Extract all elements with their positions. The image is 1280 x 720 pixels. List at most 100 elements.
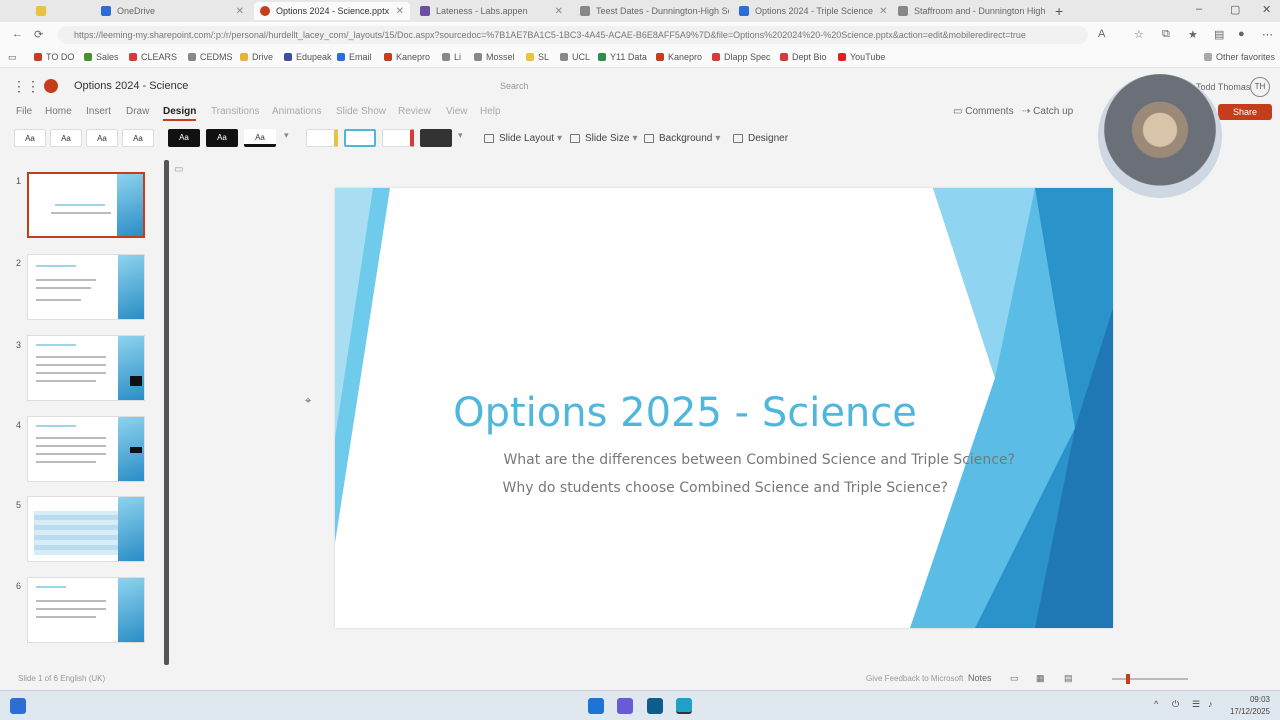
browser-tab-5[interactable]: Teest Dates - Dunnington-High Sc✕: [574, 2, 729, 20]
thumbnail-pane-scrollbar[interactable]: [164, 160, 169, 665]
bookmark-item[interactable]: Mossel: [474, 52, 515, 62]
variant-thumbnail[interactable]: [420, 129, 452, 147]
tray-chevron-icon[interactable]: ^: [1154, 699, 1158, 709]
variant-thumbnail[interactable]: [306, 129, 338, 147]
background-button[interactable]: Background ▾: [644, 133, 720, 144]
variant-thumbnail[interactable]: [382, 129, 414, 147]
browser-tab-4[interactable]: Lateness - Labs.appen ✕: [414, 2, 569, 20]
tab-design[interactable]: Design: [163, 106, 197, 121]
url-field[interactable]: https://leeming-my.sharepoint.com/:p:/r/…: [58, 26, 1088, 44]
normal-view-icon[interactable]: ▭: [1010, 673, 1019, 684]
theme-thumbnail[interactable]: Aa: [14, 129, 46, 147]
document-title[interactable]: Options 2024 - Science: [74, 80, 188, 92]
taskbar-app-icon[interactable]: [10, 698, 26, 714]
browser-tab-7[interactable]: Staffroom and - Dunnington High✕: [892, 2, 1047, 20]
slide-thumbnail-5[interactable]: [27, 496, 145, 562]
bookmark-item[interactable]: Dlapp Spec: [712, 52, 771, 62]
tab-insert[interactable]: Insert: [86, 106, 111, 117]
catch-up-button[interactable]: ⇢ Catch up: [1022, 106, 1073, 117]
theme-thumbnail[interactable]: Aa: [168, 129, 200, 147]
slide-thumbnail-3[interactable]: [27, 335, 145, 401]
slide-thumbnail-1[interactable]: [27, 172, 145, 238]
volume-icon[interactable]: ♪: [1208, 699, 1213, 709]
share-button[interactable]: Share: [1218, 104, 1272, 120]
bookmark-item[interactable]: Li: [442, 52, 461, 62]
tab-review[interactable]: Review: [398, 106, 431, 117]
favorite-icon[interactable]: ☆: [1134, 28, 1144, 41]
clock-time[interactable]: 09:03: [1226, 695, 1270, 704]
file-explorer-icon[interactable]: [647, 698, 663, 714]
app-launcher-icon[interactable]: ⋮⋮: [12, 78, 40, 95]
tab-animations[interactable]: Animations: [272, 106, 321, 117]
tab-home[interactable]: Home: [45, 106, 72, 117]
avatar[interactable]: TH: [1250, 77, 1270, 97]
close-icon[interactable]: ✕: [873, 6, 887, 17]
designer-button[interactable]: Designer: [733, 133, 788, 144]
collections-icon[interactable]: ▤: [1214, 28, 1224, 41]
bookmark-item[interactable]: Dept Bio: [780, 52, 827, 62]
theme-thumbnail[interactable]: Aa: [244, 129, 276, 147]
theme-thumbnail[interactable]: Aa: [50, 129, 82, 147]
tab-draw[interactable]: Draw: [126, 106, 149, 117]
favorites-icon[interactable]: ★: [1188, 28, 1198, 41]
bookmarks-menu-icon[interactable]: ▭: [8, 52, 17, 63]
edge-icon[interactable]: [676, 698, 692, 714]
bookmark-item[interactable]: TO DO: [34, 52, 74, 62]
close-icon[interactable]: ✕: [1045, 6, 1047, 17]
bookmark-item[interactable]: CLEARS: [129, 52, 177, 62]
notes-button[interactable]: Notes: [968, 673, 992, 683]
profile-icon[interactable]: ●: [1238, 28, 1245, 40]
slide-subtitle-line-2[interactable]: Why do students choose Combined Science …: [415, 480, 948, 496]
tab-slide-show[interactable]: Slide Show: [336, 106, 386, 117]
slide-layout-button[interactable]: Slide Layout ▾: [484, 133, 562, 144]
tab-view[interactable]: View: [446, 106, 468, 117]
themes-more-icon[interactable]: ▾: [284, 130, 289, 141]
tab-file[interactable]: File: [16, 106, 32, 117]
bookmark-item[interactable]: YouTube: [838, 52, 885, 62]
slide-subtitle-line-1[interactable]: What are the differences between Combine…: [415, 452, 1015, 468]
split-screen-icon[interactable]: ⧉: [1162, 28, 1170, 41]
theme-thumbnail[interactable]: Aa: [206, 129, 238, 147]
read-aloud-icon[interactable]: A: [1098, 28, 1105, 40]
browser-tab-2[interactable]: OneDrive ✕: [95, 2, 250, 20]
browser-tab-1[interactable]: [30, 2, 60, 20]
bookmark-item[interactable]: Kanepro: [656, 52, 702, 62]
minimize-icon[interactable]: –: [1196, 3, 1202, 15]
clock-date[interactable]: 17/12/2025: [1226, 707, 1270, 716]
usb-icon[interactable]: ⏻: [1172, 699, 1179, 710]
slide-thumbnail-2[interactable]: [27, 254, 145, 320]
search-input[interactable]: Search: [470, 77, 810, 95]
zoom-slider[interactable]: [1112, 678, 1188, 680]
slide-thumbnail-6[interactable]: [27, 577, 145, 643]
bookmark-item[interactable]: Y11 Data: [598, 52, 647, 62]
close-icon[interactable]: ✕: [549, 6, 563, 17]
bookmark-item[interactable]: SL: [526, 52, 549, 62]
refresh-icon[interactable]: ⟳: [34, 28, 43, 41]
browser-tab-3[interactable]: Options 2024 - Science.pptx ✕: [254, 2, 410, 20]
start-icon[interactable]: [588, 698, 604, 714]
back-icon[interactable]: ←: [12, 28, 23, 40]
section-icon[interactable]: ▭: [174, 164, 183, 175]
variant-thumbnail[interactable]: [344, 129, 376, 147]
tab-help[interactable]: Help: [480, 106, 501, 117]
bookmark-item[interactable]: Drive: [240, 52, 273, 62]
bookmark-item[interactable]: Sales: [84, 52, 119, 62]
close-icon[interactable]: ✕: [230, 6, 244, 17]
tab-transitions[interactable]: Transitions: [211, 106, 260, 117]
network-icon[interactable]: ☰: [1192, 699, 1200, 710]
reading-view-icon[interactable]: ▤: [1064, 673, 1073, 684]
browser-tab-6[interactable]: Options 2024 - Triple Science ✕: [733, 2, 888, 20]
teams-icon[interactable]: [617, 698, 633, 714]
bookmark-item[interactable]: Kanepro: [384, 52, 430, 62]
bookmark-item[interactable]: UCL: [560, 52, 590, 62]
zoom-slider-thumb[interactable]: [1126, 674, 1130, 684]
new-tab-button[interactable]: +: [1055, 3, 1063, 19]
more-icon[interactable]: ⋯: [1262, 28, 1273, 41]
bookmark-item[interactable]: Edupeak: [284, 52, 332, 62]
feedback-link[interactable]: Give Feedback to Microsoft: [866, 674, 963, 683]
comments-button[interactable]: ▭ Comments: [953, 106, 1014, 117]
theme-thumbnail[interactable]: Aa: [86, 129, 118, 147]
maximize-icon[interactable]: ▢: [1230, 3, 1240, 16]
slide-size-button[interactable]: Slide Size ▾: [570, 133, 638, 144]
bookmark-item[interactable]: Email: [337, 52, 372, 62]
